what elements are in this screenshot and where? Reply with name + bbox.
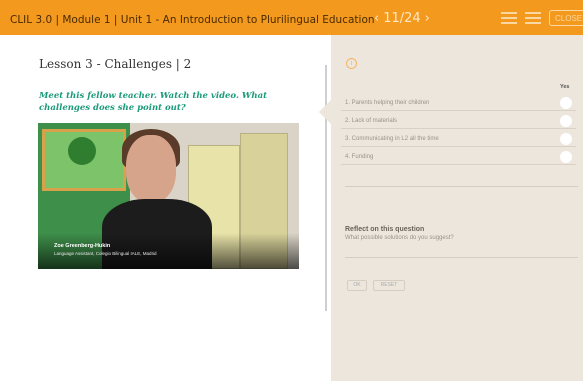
option-radio[interactable] (560, 115, 572, 127)
quiz-panel: i Yes 1. Parents helping their children … (331, 35, 583, 381)
next-page-button[interactable]: › (425, 11, 430, 26)
option-radio[interactable] (560, 151, 572, 163)
page-navigator: ‹ 11/24 › (374, 11, 430, 26)
page-counter: 11/24 (383, 11, 421, 26)
reflect-question: What possible solutions do you suggest? (345, 235, 454, 241)
option-radio[interactable] (560, 133, 572, 145)
panel-pointer (319, 100, 331, 124)
reset-button[interactable]: RESET (373, 280, 405, 291)
quiz-option: 3. Communicating in L2 all the time (341, 133, 576, 147)
quiz-option: 4. Funding (341, 151, 576, 165)
lesson-prompt: Meet this fellow teacher. Watch the vide… (39, 91, 268, 113)
close-button[interactable]: CLOSE (549, 10, 583, 26)
list-icon[interactable] (525, 12, 541, 24)
quiz-option: 1. Parents helping their children (341, 97, 576, 111)
speaker-name: Zoe Greenberg-Hukin (54, 243, 111, 249)
quiz-option: 2. Lack of materials (341, 115, 576, 129)
column-header-yes: Yes (560, 84, 570, 90)
divider (345, 186, 578, 187)
ok-button[interactable]: OK (347, 280, 367, 291)
lesson-title: Lesson 3 - Challenges | 2 (39, 57, 192, 71)
speaker-role: Language Assistant, Colegio Bilingual IA… (54, 251, 157, 256)
option-label: 1. Parents helping their children (345, 100, 430, 106)
option-label: 2. Lack of materials (345, 118, 398, 124)
video-speaker-face (126, 135, 176, 203)
info-icon[interactable]: i (346, 58, 357, 69)
option-label: 4. Funding (345, 154, 374, 160)
top-bar: CLIL 3.0 | Module 1 | Unit 1 - An Introd… (0, 0, 583, 35)
lesson-panel: Lesson 3 - Challenges | 2 Meet this fell… (0, 35, 331, 381)
menu-icon[interactable] (501, 12, 517, 24)
video-player[interactable]: Zoe Greenberg-Hukin Language Assistant, … (38, 123, 299, 269)
option-label: 3. Communicating in L2 all the time (345, 136, 439, 142)
reflect-answer-line[interactable] (345, 257, 578, 258)
course-title: CLIL 3.0 | Module 1 | Unit 1 - An Introd… (10, 14, 375, 26)
prev-page-button[interactable]: ‹ (374, 11, 379, 26)
option-radio[interactable] (560, 97, 572, 109)
reflect-title: Reflect on this question (345, 226, 425, 233)
